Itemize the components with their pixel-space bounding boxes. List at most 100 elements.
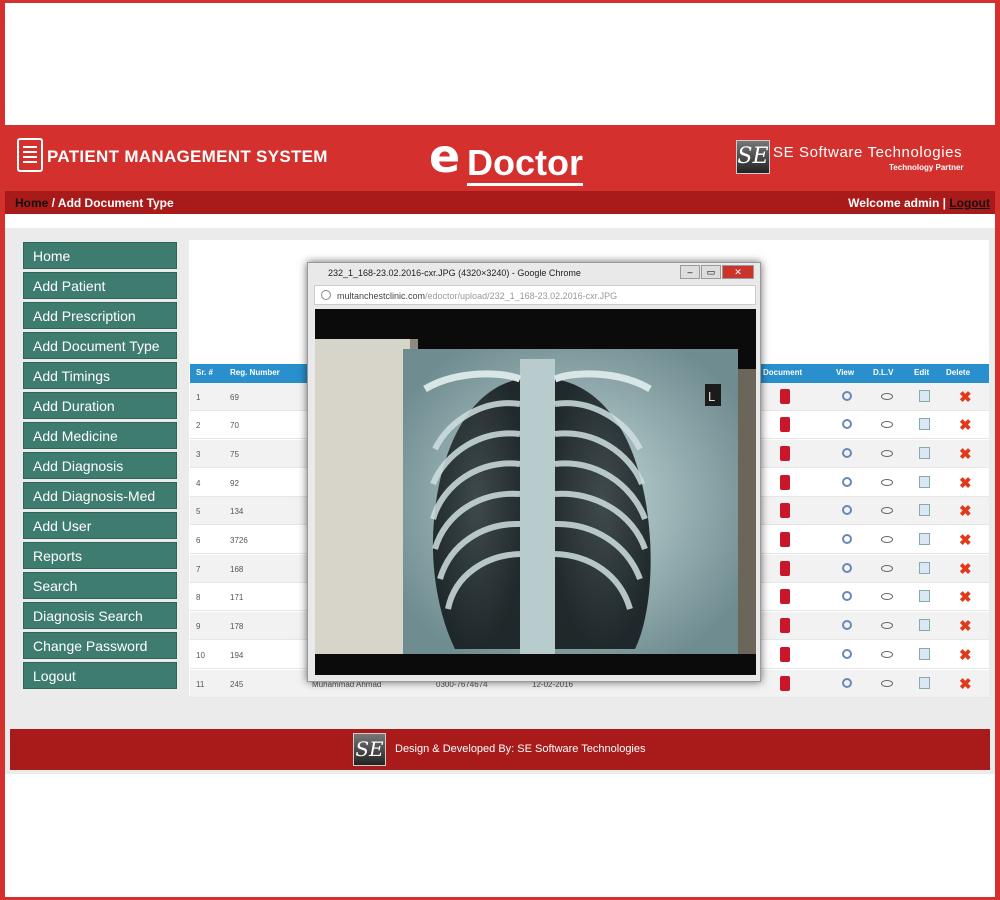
delete-x-icon[interactable]: ✖ (959, 474, 972, 492)
breadcrumb-bar: Home / Add Document Type Welcome admin |… (5, 191, 995, 214)
cell-sr: 4 (196, 479, 201, 488)
eye-icon[interactable] (881, 536, 893, 543)
delete-x-icon[interactable]: ✖ (959, 675, 972, 693)
col-delete: Delete (946, 368, 971, 377)
sidebar-item-add-medicine[interactable]: Add Medicine (23, 422, 177, 449)
logout-link[interactable]: Logout (949, 196, 990, 210)
col-dlv: D.L.V (873, 368, 894, 377)
magnifier-icon[interactable] (842, 563, 852, 573)
edit-icon[interactable] (919, 533, 930, 545)
sidebar-item-reports[interactable]: Reports (23, 542, 177, 569)
popup-minimize-button[interactable]: – (680, 265, 700, 279)
sidebar-item-add-document-type[interactable]: Add Document Type (23, 332, 177, 359)
welcome-area: Welcome admin | Logout (848, 196, 990, 210)
magnifier-icon[interactable] (842, 620, 852, 630)
sidebar-item-add-patient[interactable]: Add Patient (23, 272, 177, 299)
magnifier-icon[interactable] (842, 448, 852, 458)
magnifier-icon[interactable] (842, 678, 852, 688)
eye-icon[interactable] (881, 565, 893, 572)
sidebar-item-diagnosis-search[interactable]: Diagnosis Search (23, 602, 177, 629)
delete-x-icon[interactable]: ✖ (959, 416, 972, 434)
magnifier-icon[interactable] (842, 477, 852, 487)
document-icon[interactable] (780, 561, 790, 576)
edit-icon[interactable] (919, 590, 930, 602)
cell-reg-number: 75 (230, 450, 239, 459)
col-view: View (836, 368, 855, 377)
document-icon[interactable] (780, 503, 790, 518)
delete-x-icon[interactable]: ✖ (959, 617, 972, 635)
magnifier-icon[interactable] (842, 391, 852, 401)
edit-icon[interactable] (919, 677, 930, 689)
sidebar-item-home[interactable]: Home (23, 242, 177, 269)
eye-icon[interactable] (881, 479, 893, 486)
sidebar-item-logout[interactable]: Logout (23, 662, 177, 689)
sidebar-item-search[interactable]: Search (23, 572, 177, 599)
app-header: PATIENT MANAGEMENT SYSTEM e Doctor SE SE… (5, 125, 997, 191)
delete-x-icon[interactable]: ✖ (959, 588, 972, 606)
delete-x-icon[interactable]: ✖ (959, 560, 972, 578)
chest-xray-illustration: L (315, 309, 756, 675)
edit-icon[interactable] (919, 447, 930, 459)
edit-icon[interactable] (919, 476, 930, 488)
document-icon[interactable] (780, 589, 790, 604)
image-popup-window[interactable]: 232_1_168-23.02.2016-cxr.JPG (4320×3240)… (307, 262, 761, 682)
document-icon[interactable] (780, 676, 790, 691)
document-icon[interactable] (780, 618, 790, 633)
popup-url-bar[interactable]: multanchestclinic.com/edoctor/upload/232… (314, 285, 756, 305)
edit-icon[interactable] (919, 504, 930, 516)
eye-icon[interactable] (881, 593, 893, 600)
popup-title: 232_1_168-23.02.2016-cxr.JPG (4320×3240)… (328, 268, 581, 278)
popup-close-button[interactable]: ✕ (722, 265, 754, 279)
edit-icon[interactable] (919, 562, 930, 574)
edit-icon[interactable] (919, 418, 930, 430)
popup-url-text: multanchestclinic.com/edoctor/upload/232… (337, 291, 617, 301)
magnifier-icon[interactable] (842, 419, 852, 429)
magnifier-icon[interactable] (842, 534, 852, 544)
magnifier-icon[interactable] (842, 505, 852, 515)
edoctor-logo[interactable]: e Doctor (429, 133, 599, 186)
document-icon[interactable] (780, 647, 790, 662)
col-document: Document (763, 368, 803, 377)
document-icon[interactable] (780, 475, 790, 490)
cell-reg-number: 168 (230, 565, 244, 574)
eye-icon[interactable] (881, 450, 893, 457)
delete-x-icon[interactable]: ✖ (959, 502, 972, 520)
sidebar-item-change-password[interactable]: Change Password (23, 632, 177, 659)
eye-icon[interactable] (881, 393, 893, 400)
sidebar-item-add-diagnosis[interactable]: Add Diagnosis (23, 452, 177, 479)
eye-icon[interactable] (881, 622, 893, 629)
eye-icon[interactable] (881, 507, 893, 514)
sidebar-item-add-prescription[interactable]: Add Prescription (23, 302, 177, 329)
edit-icon[interactable] (919, 619, 930, 631)
document-icon[interactable] (780, 417, 790, 432)
sidebar-item-add-diagnosis-med[interactable]: Add Diagnosis-Med (23, 482, 177, 509)
document-icon[interactable] (780, 389, 790, 404)
col-edit: Edit (914, 368, 930, 377)
sidebar-item-add-timings[interactable]: Add Timings (23, 362, 177, 389)
eye-icon[interactable] (881, 651, 893, 658)
sidebar-item-add-user[interactable]: Add User (23, 512, 177, 539)
popup-maximize-button[interactable]: ▭ (701, 265, 721, 279)
sidebar-item-add-duration[interactable]: Add Duration (23, 392, 177, 419)
delete-x-icon[interactable]: ✖ (959, 388, 972, 406)
edit-icon[interactable] (919, 390, 930, 402)
magnifier-icon[interactable] (842, 649, 852, 659)
info-icon (321, 290, 331, 300)
delete-x-icon[interactable]: ✖ (959, 646, 972, 664)
company-tagline: Technology Partner (889, 163, 964, 172)
document-logo-icon (17, 138, 43, 172)
popup-url-host: multanchestclinic.com (337, 291, 426, 301)
document-icon[interactable] (780, 532, 790, 547)
delete-x-icon[interactable]: ✖ (959, 445, 972, 463)
se-company-logo: SE (736, 140, 770, 174)
cell-reg-number: 92 (230, 479, 239, 488)
eye-icon[interactable] (881, 421, 893, 428)
cell-reg-number: 69 (230, 393, 239, 402)
magnifier-icon[interactable] (842, 591, 852, 601)
eye-icon[interactable] (881, 680, 893, 687)
delete-x-icon[interactable]: ✖ (959, 531, 972, 549)
company-name: SE Software Technologies (773, 144, 963, 161)
document-icon[interactable] (780, 446, 790, 461)
breadcrumb-home-link[interactable]: Home (15, 196, 48, 210)
edit-icon[interactable] (919, 648, 930, 660)
